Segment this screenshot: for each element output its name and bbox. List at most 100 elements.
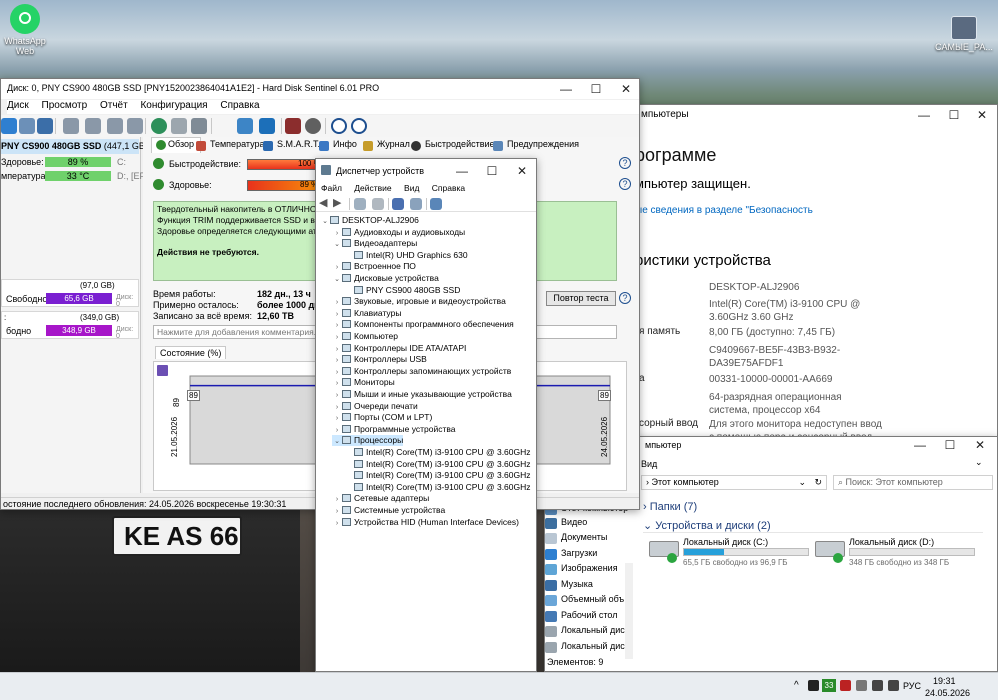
test-icon[interactable] [107, 118, 123, 134]
globe-icon[interactable] [151, 118, 167, 134]
tree-device[interactable]: Intel(R) Core(TM) i3-9100 CPU @ 3.60GHz [344, 447, 531, 458]
chevron-right-icon[interactable]: › [332, 506, 342, 517]
tree-category[interactable]: › Сетевые адаптеры [332, 493, 429, 504]
forward-arrow-icon[interactable]: ▶ [333, 196, 341, 209]
nav-item-downloads[interactable]: Загрузки [545, 548, 597, 563]
disk-icon[interactable] [19, 118, 35, 134]
close-button[interactable]: ✕ [508, 159, 536, 183]
help-icon[interactable]: ? [619, 292, 631, 304]
nav-item-local-disk-c[interactable]: Локальный дис [545, 625, 625, 640]
tree-device[interactable]: Intel(R) UHD Graphics 630 [344, 250, 468, 261]
menu-view[interactable]: Вид [404, 183, 419, 193]
chevron-right-icon[interactable]: › [332, 355, 342, 366]
minimize-button[interactable]: — [448, 159, 476, 183]
chevron-down-icon[interactable]: ⌄ [332, 436, 342, 447]
chevron-right-icon[interactable]: › [332, 320, 342, 331]
tree-category[interactable]: › Порты (COM и LPT) [332, 412, 432, 423]
menu-help[interactable]: Справка [220, 100, 259, 111]
tool-icon[interactable] [171, 118, 187, 134]
tab-alerts[interactable]: Предупреждения [493, 139, 579, 155]
tray-icon[interactable] [840, 680, 851, 691]
chevron-right-icon[interactable]: › [332, 518, 342, 529]
tree-category[interactable]: › Встроенное ПО [332, 261, 416, 272]
tree-device[interactable]: Intel(R) Core(TM) i3-9100 CPU @ 3.60GHz [344, 470, 531, 481]
properties-icon[interactable] [354, 198, 366, 210]
nav-item-desktop[interactable]: Рабочий стол [545, 610, 618, 625]
maximize-button[interactable]: ☐ [939, 105, 969, 125]
tab-log[interactable]: Журнал [363, 139, 410, 155]
chart-icon[interactable] [285, 118, 301, 134]
monitor-icon[interactable] [430, 198, 442, 210]
drive-tile-c[interactable]: Локальный диск (C:) 65,5 ГБ свободно из … [649, 537, 813, 567]
security-link[interactable]: ые сведения в разделе "Безопасность [635, 205, 813, 216]
chevron-right-icon[interactable]: › [332, 367, 342, 378]
disk-item[interactable]: PNY CS900 480GB SSD (447,1 GB) [1, 139, 148, 154]
menu-help[interactable]: Справка [432, 183, 465, 193]
tree-category[interactable]: › Программные устройства [332, 424, 456, 435]
tree-device[interactable]: Intel(R) Core(TM) i3-9100 CPU @ 3.60GHz [344, 482, 531, 493]
tab-info[interactable]: Инфо [319, 139, 357, 155]
chevron-right-icon[interactable]: › [332, 390, 342, 401]
tree-device[interactable]: PNY CS900 480GB SSD [344, 285, 460, 296]
tree-category[interactable]: › Клавиатуры [332, 308, 402, 319]
chevron-right-icon[interactable]: › [332, 402, 342, 413]
drives-group-header[interactable]: ⌄ Устройства и диски (2) [643, 519, 983, 533]
chevron-up-icon[interactable]: ^ [794, 680, 799, 691]
test-icon[interactable] [63, 118, 79, 134]
tree-category[interactable]: ⌄ Процессоры [332, 435, 404, 447]
tree-category[interactable]: › Контроллеры IDE ATA/ATAPI [332, 343, 467, 354]
tree-category[interactable]: › Мыши и иные указывающие устройства [332, 389, 512, 400]
menu-view[interactable]: Просмотр [42, 100, 88, 111]
chevron-right-icon[interactable]: › [332, 332, 342, 343]
close-button[interactable]: ✕ [967, 105, 997, 125]
network-icon[interactable] [872, 680, 883, 691]
menu-config[interactable]: Конфигурация [140, 100, 207, 111]
grid-icon[interactable] [410, 198, 422, 210]
back-arrow-icon[interactable]: ◀ [319, 196, 327, 209]
ribbon-tab-view[interactable]: Вид [641, 459, 657, 469]
tab-performance[interactable]: Быстродействие [411, 139, 495, 155]
info-icon[interactable] [351, 118, 367, 134]
nav-scrollbar[interactable] [625, 563, 633, 659]
tray-badge[interactable]: 33 [822, 679, 836, 692]
tree-category[interactable]: › Контроллеры USB [332, 354, 427, 365]
menu-report[interactable]: Отчёт [100, 100, 128, 111]
tree-category[interactable]: › Компьютер [332, 331, 398, 342]
tree-category[interactable]: › Звуковые, игровые и видеоустройства [332, 296, 506, 307]
chevron-right-icon[interactable]: › [332, 297, 342, 308]
language-indicator[interactable]: РУС [903, 681, 921, 691]
report-icon[interactable] [37, 118, 53, 134]
tab-smart[interactable]: S.M.A.R.T. [263, 139, 320, 155]
ribbon-expand-icon[interactable]: ⌄ [975, 457, 983, 468]
tree-device[interactable]: Intel(R) Core(TM) i3-9100 CPU @ 3.60GHz [344, 459, 531, 470]
refresh-icon[interactable] [1, 118, 17, 134]
nav-item-video[interactable]: Видео [545, 517, 587, 532]
chevron-right-icon[interactable]: › [332, 494, 342, 505]
speaker-icon[interactable] [888, 680, 899, 691]
chevron-right-icon[interactable]: › [332, 378, 342, 389]
chevron-down-icon[interactable]: ⌄ [332, 274, 342, 285]
desktop-icon-whatsapp[interactable]: WhatsApp Web [2, 4, 48, 56]
menu-disk[interactable]: Диск [7, 100, 29, 111]
chevron-right-icon[interactable]: › [332, 228, 342, 239]
help-icon[interactable]: ? [619, 157, 631, 169]
settings-icon[interactable] [305, 118, 321, 134]
clock-time[interactable]: 19:31 [933, 676, 956, 686]
address-bar[interactable]: › Этот компьютер ⌄ ↻ [641, 475, 827, 490]
chevron-right-icon[interactable]: › [332, 262, 342, 273]
tree-category[interactable]: › Контроллеры запоминающих устройств [332, 366, 511, 377]
nav-item-pictures[interactable]: Изображения [545, 563, 618, 578]
sync-icon[interactable] [259, 118, 275, 134]
folders-group-header[interactable]: › Папки (7) [643, 501, 697, 513]
list-icon[interactable] [372, 198, 384, 210]
nav-item-documents[interactable]: Документы [545, 532, 607, 547]
copy-icon[interactable] [237, 118, 253, 134]
tab-temperature[interactable]: Температура [196, 139, 265, 155]
minimize-button[interactable]: — [551, 79, 581, 99]
tree-category[interactable]: › Компоненты программного обеспечения [332, 319, 514, 330]
retest-button[interactable]: Повтор теста [546, 291, 616, 306]
chevron-down-icon[interactable]: ⌄ [320, 216, 330, 227]
tree-category[interactable]: › Устройства HID (Human Interface Devices… [332, 517, 519, 528]
tree-category[interactable]: › Аудиовходы и аудиовыходы [332, 227, 465, 238]
volume-item[interactable]: : (349,0 GB) бодно 348,9 GB Диск: 0 [1, 311, 139, 340]
